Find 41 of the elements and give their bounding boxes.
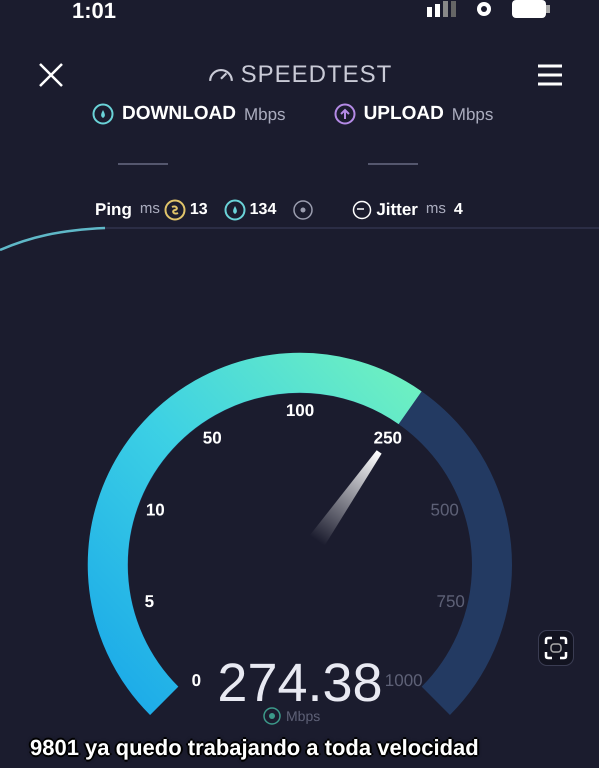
ping-unit: ms (140, 199, 160, 220)
download-icon (92, 103, 114, 126)
scan-button[interactable] (538, 630, 574, 666)
gauge-tick-label: 750 (436, 592, 465, 611)
gauge-tick-label: 50 (202, 428, 222, 447)
scan-icon (544, 636, 568, 660)
ping-value: 13 (190, 200, 208, 220)
close-icon (38, 62, 64, 88)
metric-unit: Mbps (452, 104, 494, 126)
metric-label: UPLOAD (364, 102, 444, 126)
caption-text: 9801 ya quedo trabajando a toda velocidad (30, 734, 479, 762)
ping-label: Ping (95, 198, 132, 221)
gauge-tick-label: 1000 (384, 670, 423, 690)
signal-icon (427, 1, 457, 17)
close-button[interactable] (38, 62, 64, 88)
app-title: SPEEDTEST (240, 60, 392, 90)
gauge-tick-label: 5 (144, 592, 154, 611)
gauge-tick-label: 100 (286, 400, 314, 420)
empty-value-dash (368, 162, 418, 164)
jitter-value: 4 (454, 200, 463, 220)
gauge-logo-icon (208, 68, 233, 82)
jitter-label: Jitter (376, 198, 418, 221)
idle-ping-icon (164, 198, 186, 220)
ping-value: 134 (250, 200, 276, 220)
gauge-tick-label: 10 (146, 500, 165, 519)
gauge-tick-label: 250 (374, 428, 402, 447)
upload-icon (334, 103, 356, 126)
metric-label: DOWNLOAD (122, 102, 236, 126)
unit-icon (263, 706, 281, 724)
menu-button[interactable] (536, 63, 563, 87)
battery-icon (511, 0, 551, 18)
jitter-icon (352, 200, 372, 220)
empty-value-dash (118, 162, 168, 164)
download-ping-icon (224, 198, 246, 220)
gauge-tick-label: 500 (430, 500, 459, 519)
menu-icon (536, 63, 563, 87)
status-time: 1:01 (72, 0, 116, 22)
gauge-tick-label: 0 (192, 670, 202, 690)
metric-unit: Mbps (244, 104, 286, 126)
upload-ping-icon (292, 198, 314, 220)
jitter-unit: ms (426, 199, 446, 220)
